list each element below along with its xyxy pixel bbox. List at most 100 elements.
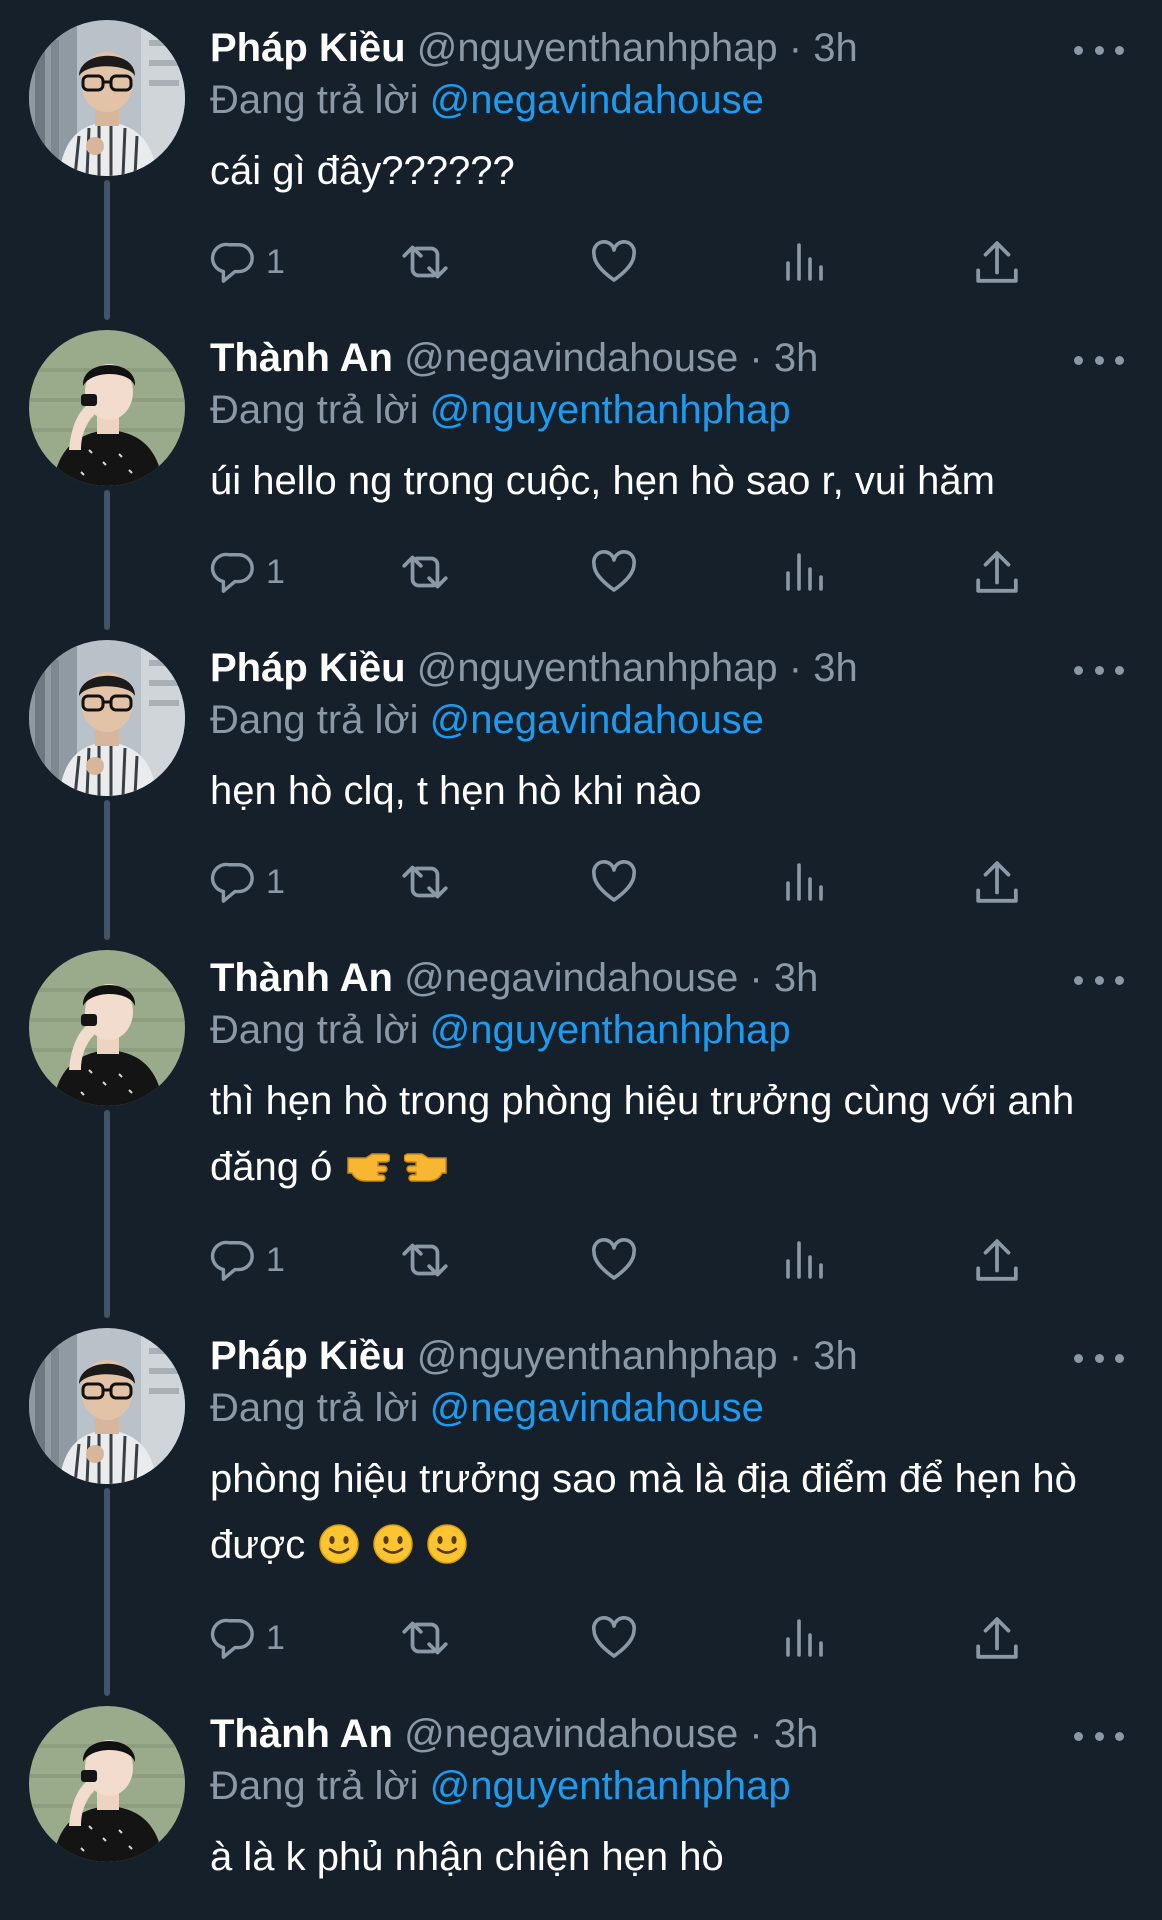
like-button[interactable] <box>590 852 638 912</box>
retweet-button[interactable] <box>398 1608 452 1668</box>
analytics-button[interactable] <box>782 232 828 292</box>
reply-count: 1 <box>266 552 285 591</box>
avatar[interactable] <box>29 1328 185 1484</box>
like-button[interactable] <box>590 1230 638 1290</box>
tweet-text: à là k phủ nhận chiện hẹn hò <box>210 1835 724 1879</box>
mention-link[interactable]: @nguyenthanhphap <box>430 1008 791 1052</box>
replying-to: Đang trả lời @nguyenthanhphap <box>210 382 791 438</box>
reply-button[interactable]: 1 <box>210 232 285 292</box>
timestamp[interactable]: 3h <box>774 956 819 1000</box>
timestamp[interactable]: 3h <box>813 1334 858 1378</box>
share-icon <box>976 1239 1018 1281</box>
retweet-icon <box>402 1621 448 1655</box>
reply-count: 1 <box>266 1618 285 1657</box>
more-icon[interactable] <box>1074 1340 1124 1376</box>
replying-to: Đang trả lời @nguyenthanhphap <box>210 1758 791 1814</box>
reply-button[interactable]: 1 <box>210 1608 285 1668</box>
user-handle[interactable]: @nguyenthanhphap <box>417 646 778 690</box>
user-handle[interactable]: @negavindahouse <box>404 956 738 1000</box>
user-handle[interactable]: @negavindahouse <box>404 336 738 380</box>
retweet-button[interactable] <box>398 232 452 292</box>
avatar[interactable] <box>29 330 185 486</box>
reply-button[interactable]: 1 <box>210 852 285 912</box>
mention-link[interactable]: @nguyenthanhphap <box>430 388 791 432</box>
like-icon <box>592 1616 636 1658</box>
retweet-icon <box>402 245 448 279</box>
analytics-icon <box>786 1619 823 1657</box>
replying-to-label: Đang trả lời <box>210 1764 419 1808</box>
mention-link[interactable]: @negavindahouse <box>430 1386 764 1430</box>
reply-icon <box>210 1240 254 1281</box>
more-icon[interactable] <box>1074 962 1124 998</box>
thread-connector <box>104 180 110 320</box>
like-button[interactable] <box>590 232 638 292</box>
more-icon[interactable] <box>1074 32 1124 68</box>
like-icon <box>592 1238 636 1280</box>
more-icon[interactable] <box>1074 652 1124 688</box>
reply-icon <box>210 1618 254 1659</box>
share-button[interactable] <box>974 232 1020 292</box>
display-name[interactable]: Pháp Kiều <box>210 1334 406 1378</box>
reply-count: 1 <box>266 862 285 901</box>
timestamp[interactable]: 3h <box>774 336 819 380</box>
reply-thread: Pháp Kiều @nguyenthanhphap · 3h Đang trả… <box>0 0 1162 1920</box>
avatar[interactable] <box>29 640 185 796</box>
timestamp[interactable]: 3h <box>813 26 858 70</box>
timestamp[interactable]: 3h <box>813 646 858 690</box>
analytics-button[interactable] <box>782 542 828 602</box>
analytics-icon <box>786 243 823 281</box>
mention-link[interactable]: @negavindahouse <box>430 698 764 742</box>
separator-dot: · <box>788 26 803 70</box>
display-name[interactable]: Thành An <box>210 336 393 380</box>
user-handle[interactable]: @negavindahouse <box>404 1712 738 1756</box>
display-name[interactable]: Pháp Kiều <box>210 646 406 690</box>
share-icon <box>976 1617 1018 1659</box>
user-handle[interactable]: @nguyenthanhphap <box>417 26 778 70</box>
avatar[interactable] <box>29 950 185 1106</box>
retweet-button[interactable] <box>398 852 452 912</box>
more-icon[interactable] <box>1074 342 1124 378</box>
thread-connector <box>104 1110 110 1318</box>
replying-to-label: Đang trả lời <box>210 1386 419 1430</box>
share-button[interactable] <box>974 1608 1020 1668</box>
share-button[interactable] <box>974 852 1020 912</box>
thread-connector <box>104 490 110 630</box>
like-button[interactable] <box>590 1608 638 1668</box>
share-icon <box>976 241 1018 283</box>
share-button[interactable] <box>974 542 1020 602</box>
mention-link[interactable]: @negavindahouse <box>430 78 764 122</box>
replying-to-label: Đang trả lời <box>210 1008 419 1052</box>
display-name[interactable]: Pháp Kiều <box>210 26 406 70</box>
separator-dot: · <box>788 646 803 690</box>
reply-icon <box>210 552 254 593</box>
analytics-icon <box>786 553 823 591</box>
share-button[interactable] <box>974 1230 1020 1290</box>
analytics-button[interactable] <box>782 1230 828 1290</box>
reply-button[interactable]: 1 <box>210 1230 285 1290</box>
display-name[interactable]: Thành An <box>210 956 393 1000</box>
user-handle[interactable]: @nguyenthanhphap <box>417 1334 778 1378</box>
analytics-button[interactable] <box>782 1608 828 1668</box>
display-name[interactable]: Thành An <box>210 1712 393 1756</box>
analytics-button[interactable] <box>782 852 828 912</box>
tweet-text-container: thì hẹn hò trong phòng hiệu trưởng cùng … <box>210 1068 1110 1206</box>
avatar[interactable] <box>29 20 185 176</box>
point-right-emoji-icon <box>346 1140 392 1206</box>
like-button[interactable] <box>590 542 638 602</box>
like-icon <box>592 550 636 592</box>
reply-icon <box>210 242 254 283</box>
timestamp[interactable]: 3h <box>774 1712 819 1756</box>
like-icon <box>592 240 636 282</box>
thread-connector <box>104 1488 110 1696</box>
replying-to: Đang trả lời @negavindahouse <box>210 692 764 748</box>
analytics-icon <box>786 863 823 901</box>
more-icon[interactable] <box>1074 1718 1124 1754</box>
smile-emoji-icon <box>372 1518 414 1584</box>
retweet-button[interactable] <box>398 1230 452 1290</box>
reply-button[interactable]: 1 <box>210 542 285 602</box>
reply-count: 1 <box>266 1240 285 1279</box>
replying-to-label: Đang trả lời <box>210 698 419 742</box>
avatar[interactable] <box>29 1706 185 1862</box>
mention-link[interactable]: @nguyenthanhphap <box>430 1764 791 1808</box>
retweet-button[interactable] <box>398 542 452 602</box>
